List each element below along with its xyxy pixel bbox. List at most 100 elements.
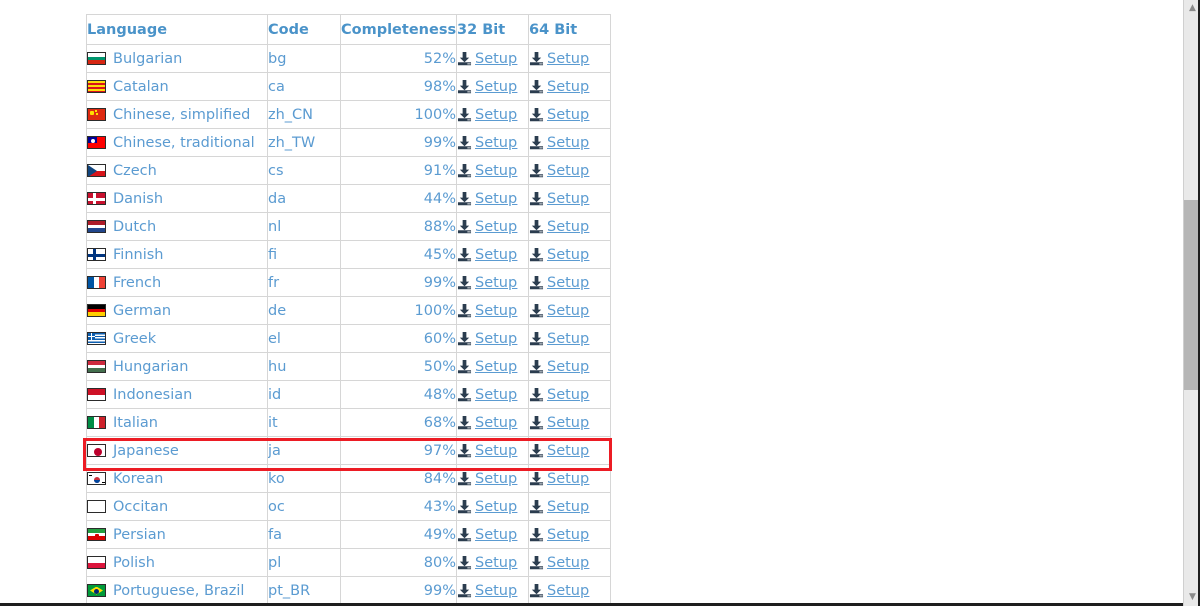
download-32bit-link[interactable]: Setup [457,135,528,151]
download-64bit-link[interactable]: Setup [529,275,610,291]
download-32bit-link[interactable]: Setup [457,79,528,95]
column-header-language[interactable]: Language [86,14,268,45]
download-32bit-link[interactable]: Setup [457,303,528,319]
download-64bit-link[interactable]: Setup [529,415,610,431]
download-32bit-link[interactable]: Setup [457,163,528,179]
download-64bit-link[interactable]: Setup [529,443,610,459]
language-name: Persian [113,526,166,543]
download-64bit-link[interactable]: Setup [529,79,610,95]
download-64bit-label: Setup [547,78,590,95]
download-64bit-link[interactable]: Setup [529,387,610,403]
download-64bit-link[interactable]: Setup [529,331,610,347]
download-64bit-link[interactable]: Setup [529,191,610,207]
download-64bit-label: Setup [547,274,590,291]
download-32bit-link[interactable]: Setup [457,443,528,459]
language-code: pl [268,554,282,571]
language-code: zh_CN [268,106,314,123]
table-row: Finnish fi 45% Setup Setup [86,240,611,269]
download-icon [529,471,545,486]
language-code: fr [268,274,280,291]
download-32bit-link[interactable]: Setup [457,51,528,67]
download-64bit-link[interactable]: Setup [529,555,610,571]
download-32bit-link[interactable]: Setup [457,107,528,123]
language-name: Indonesian [113,386,193,403]
download-32bit-link[interactable]: Setup [457,275,528,291]
cell-download-64bit: Setup [528,408,611,437]
cell-language: Greek [86,324,268,353]
download-32bit-link[interactable]: Setup [457,415,528,431]
download-64bit-label: Setup [547,470,590,487]
flag-occitan [87,500,106,513]
cell-download-32bit: Setup [456,352,529,381]
table-row: Japanese ja 97% Setup Setup [86,436,611,465]
cell-language: Catalan [86,72,268,101]
table-row: Persian fa 49% Setup Setup [86,520,611,549]
cell-download-64bit: Setup [528,212,611,241]
download-32bit-label: Setup [475,498,518,515]
cell-download-32bit: Setup [456,72,529,101]
table-row: French fr 99% Setup Setup [86,268,611,297]
download-32bit-link[interactable]: Setup [457,331,528,347]
cell-language: Indonesian [86,380,268,409]
language-name: Hungarian [113,358,189,375]
flag-indonesia [87,388,106,401]
download-64bit-link[interactable]: Setup [529,163,610,179]
download-32bit-link[interactable]: Setup [457,219,528,235]
download-32bit-link[interactable]: Setup [457,247,528,263]
language-name: Catalan [113,78,169,95]
download-32bit-link[interactable]: Setup [457,499,528,515]
flag-italy [87,416,106,429]
download-64bit-link[interactable]: Setup [529,527,610,543]
download-icon [457,527,473,542]
completeness-value: 100% [414,302,456,319]
cell-download-64bit: Setup [528,268,611,297]
download-64bit-link[interactable]: Setup [529,359,610,375]
cell-language: German [86,296,268,325]
completeness-value: 91% [423,162,456,179]
download-64bit-link[interactable]: Setup [529,219,610,235]
table-row: Hungarian hu 50% Setup Setup [86,352,611,381]
flag-poland [87,556,106,569]
cell-completeness: 44% [340,184,457,213]
completeness-value: 43% [423,498,456,515]
column-header-32bit[interactable]: 32 Bit [456,14,529,45]
cell-download-64bit: Setup [528,576,611,605]
download-32bit-link[interactable]: Setup [457,387,528,403]
column-header-completeness[interactable]: Completeness [340,14,457,45]
download-64bit-link[interactable]: Setup [529,303,610,319]
download-32bit-link[interactable]: Setup [457,471,528,487]
cell-language: Bulgarian [86,44,268,73]
column-header-code[interactable]: Code [267,14,341,45]
cell-download-32bit: Setup [456,380,529,409]
download-64bit-label: Setup [547,106,590,123]
cell-language: Portuguese, Brazil [86,576,268,605]
download-64bit-link[interactable]: Setup [529,107,610,123]
completeness-value: 99% [423,274,456,291]
download-64bit-link[interactable]: Setup [529,471,610,487]
download-64bit-label: Setup [547,386,590,403]
download-64bit-link[interactable]: Setup [529,135,610,151]
cell-download-64bit: Setup [528,240,611,269]
table-row: Occitan oc 43% Setup Setup [86,492,611,521]
cell-completeness: 43% [340,492,457,521]
download-32bit-link[interactable]: Setup [457,191,528,207]
download-64bit-link[interactable]: Setup [529,499,610,515]
cell-code: ja [267,436,341,465]
download-32bit-link[interactable]: Setup [457,359,528,375]
download-64bit-link[interactable]: Setup [529,247,610,263]
download-64bit-link[interactable]: Setup [529,51,610,67]
flag-finland [87,248,106,261]
language-code: cs [268,162,284,179]
download-64bit-link[interactable]: Setup [529,583,610,599]
language-name: Japanese [113,442,179,459]
cell-download-32bit: Setup [456,156,529,185]
table-header-row: Language Code Completeness 32 Bit 64 Bit [86,14,611,45]
table-header: Language Code Completeness 32 Bit 64 Bit [86,14,611,45]
flag-germany [87,304,106,317]
download-32bit-link[interactable]: Setup [457,527,528,543]
download-32bit-link[interactable]: Setup [457,583,528,599]
column-header-64bit[interactable]: 64 Bit [528,14,611,45]
download-32bit-link[interactable]: Setup [457,555,528,571]
flag-france [87,276,106,289]
download-icon [529,247,545,262]
